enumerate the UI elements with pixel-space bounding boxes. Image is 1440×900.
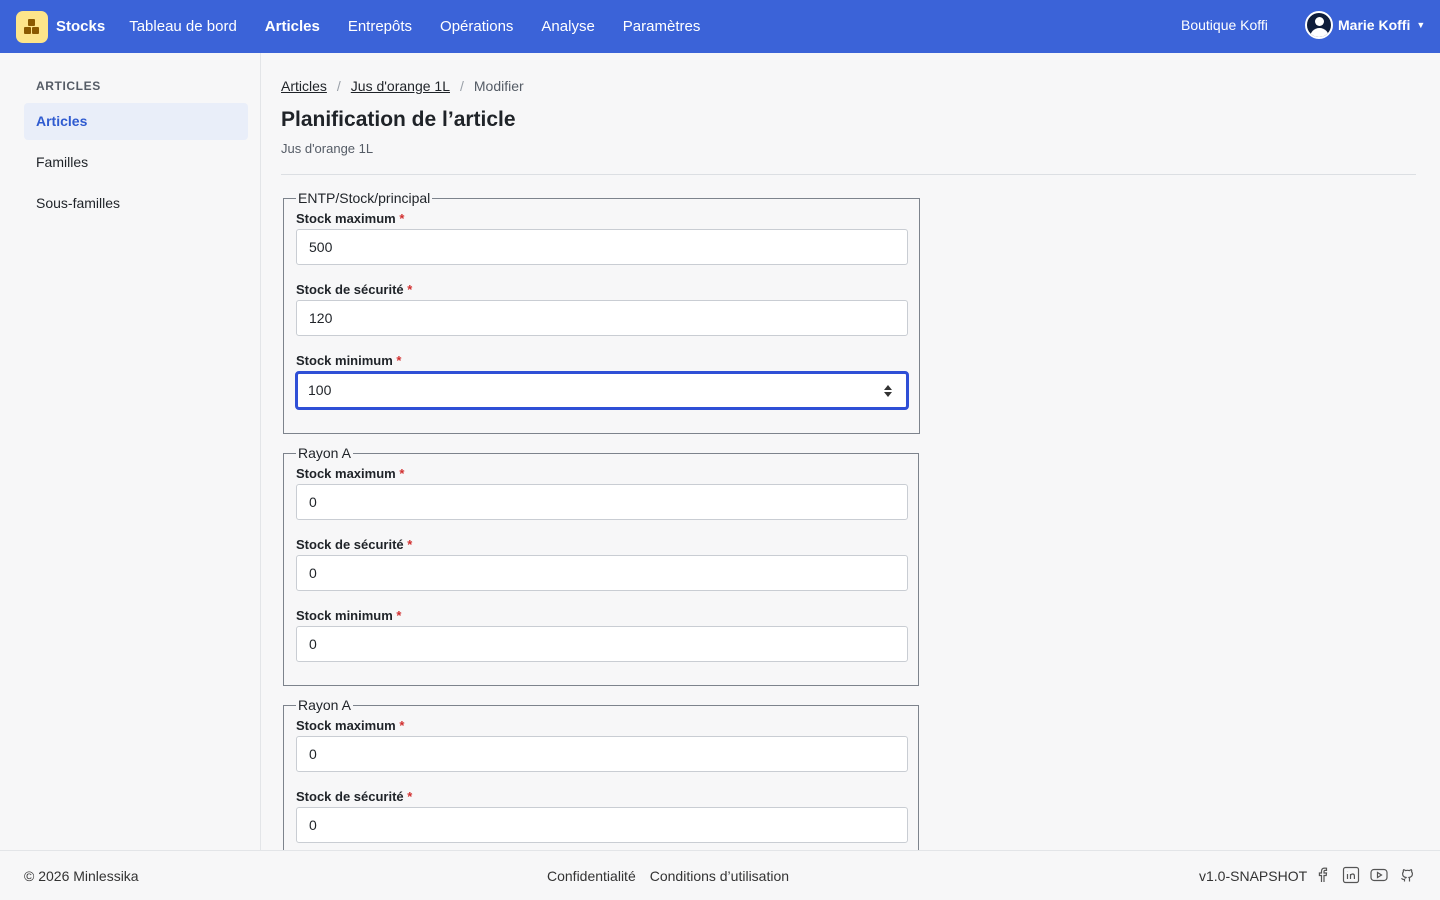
sidebar-item-families[interactable]: Familles bbox=[24, 144, 248, 181]
breadcrumb-separator: / bbox=[336, 78, 341, 94]
version: v1.0-SNAPSHOT bbox=[1199, 868, 1308, 884]
max-label: Stock maximum * bbox=[296, 718, 405, 733]
stock-security-input[interactable]: 120 bbox=[296, 300, 908, 336]
security-label: Stock de sécurité * bbox=[296, 789, 413, 804]
max-label: Stock maximum * bbox=[296, 211, 405, 226]
facebook-icon[interactable] bbox=[1314, 866, 1332, 884]
user-name: Marie Koffi bbox=[1338, 17, 1411, 33]
field-min: Stock minimum * 100 bbox=[295, 353, 909, 410]
field-max: Stock maximum * 0 bbox=[296, 466, 908, 520]
field-max: Stock maximum * 500 bbox=[296, 211, 909, 265]
location-name: Rayon A bbox=[298, 445, 351, 461]
security-label: Stock de sécurité * bbox=[296, 537, 413, 552]
location-name: ENTP/Stock/principal bbox=[298, 190, 431, 206]
stock-max-input[interactable]: 500 bbox=[296, 229, 908, 265]
stock-security-input[interactable]: 0 bbox=[296, 807, 908, 843]
divider bbox=[281, 174, 1416, 175]
avatar-icon bbox=[1305, 11, 1333, 39]
breadcrumb-separator: / bbox=[460, 78, 464, 94]
breadcrumb-current: Modifier bbox=[473, 78, 524, 94]
terms-link[interactable]: Conditions d’utilisation bbox=[650, 868, 789, 884]
max-label: Stock maximum * bbox=[296, 466, 405, 481]
privacy-link[interactable]: Confidentialité bbox=[547, 868, 636, 884]
footer-links: Confidentialité Conditions d’utilisation bbox=[547, 868, 803, 884]
user-menu[interactable]: Marie Koffi ▼ bbox=[1305, 11, 1425, 39]
field-security: Stock de sécurité * 0 bbox=[296, 789, 908, 843]
field-max: Stock maximum * 0 bbox=[296, 718, 908, 772]
nav-analysis[interactable]: Analyse bbox=[541, 18, 594, 35]
sidebar-item-articles[interactable]: Articles bbox=[24, 103, 248, 140]
nav-dashboard[interactable]: Tableau de bord bbox=[129, 18, 237, 35]
brand[interactable]: Stocks bbox=[16, 10, 106, 43]
stock-min-input[interactable]: 100 bbox=[295, 371, 909, 410]
field-min: Stock minimum * 0 bbox=[296, 608, 908, 662]
app-name: Stocks bbox=[56, 18, 106, 35]
location-fieldset: ENTP/Stock/principal Stock maximum * 500… bbox=[283, 190, 920, 434]
nav-warehouses[interactable]: Entrepôts bbox=[348, 18, 412, 35]
boxes-logo-icon bbox=[16, 10, 48, 43]
nav-articles[interactable]: Articles bbox=[265, 18, 320, 35]
youtube-icon[interactable] bbox=[1370, 866, 1388, 884]
stock-min-value: 100 bbox=[308, 382, 332, 398]
planning-form[interactable]: ENTP/Stock/principal Stock maximum * 500… bbox=[281, 190, 941, 850]
security-label: Stock de sécurité * bbox=[296, 282, 413, 297]
breadcrumb: Articles / Jus d'orange 1L / Modifier bbox=[281, 78, 524, 94]
caret-down-icon: ▼ bbox=[1416, 20, 1426, 30]
stock-max-input[interactable]: 0 bbox=[296, 736, 908, 772]
sidebar-item-subfamilies[interactable]: Sous-familles bbox=[24, 185, 248, 222]
stock-min-input[interactable]: 0 bbox=[296, 626, 908, 662]
stock-security-input[interactable]: 0 bbox=[296, 555, 908, 591]
min-label: Stock minimum * bbox=[296, 353, 402, 368]
sidebar-heading: ARTICLES bbox=[36, 79, 101, 93]
top-navbar: Stocks Tableau de bord Articles Entrepôt… bbox=[0, 0, 1440, 53]
spinner-icon[interactable] bbox=[884, 385, 892, 397]
location-name: Rayon A bbox=[298, 697, 351, 713]
shop-selector[interactable]: Boutique Koffi bbox=[1181, 17, 1268, 33]
page-title: Planification de l’article bbox=[281, 108, 516, 131]
nav-settings[interactable]: Paramètres bbox=[623, 18, 701, 35]
github-icon[interactable] bbox=[1398, 866, 1416, 884]
nav-operations[interactable]: Opérations bbox=[440, 18, 513, 35]
min-label: Stock minimum * bbox=[296, 608, 402, 623]
sidebar: ARTICLES Articles Familles Sous-familles bbox=[0, 53, 261, 850]
main-nav: Tableau de bord Articles Entrepôts Opéra… bbox=[129, 18, 728, 35]
location-fieldset: Rayon A Stock maximum * 0 Stock de sécur… bbox=[283, 445, 919, 686]
breadcrumb-item[interactable]: Jus d'orange 1L bbox=[351, 78, 450, 94]
breadcrumb-articles[interactable]: Articles bbox=[281, 78, 327, 94]
social-links bbox=[1314, 866, 1426, 884]
location-fieldset: Rayon A Stock maximum * 0 Stock de sécur… bbox=[283, 697, 919, 850]
footer: © 2026 Minlessika Confidentialité Condit… bbox=[0, 850, 1440, 900]
copyright: © 2026 Minlessika bbox=[24, 868, 139, 884]
field-security: Stock de sécurité * 0 bbox=[296, 537, 908, 591]
field-security: Stock de sécurité * 120 bbox=[296, 282, 909, 336]
stock-max-input[interactable]: 0 bbox=[296, 484, 908, 520]
linkedin-icon[interactable] bbox=[1342, 866, 1360, 884]
page-subtitle: Jus d'orange 1L bbox=[281, 141, 374, 156]
